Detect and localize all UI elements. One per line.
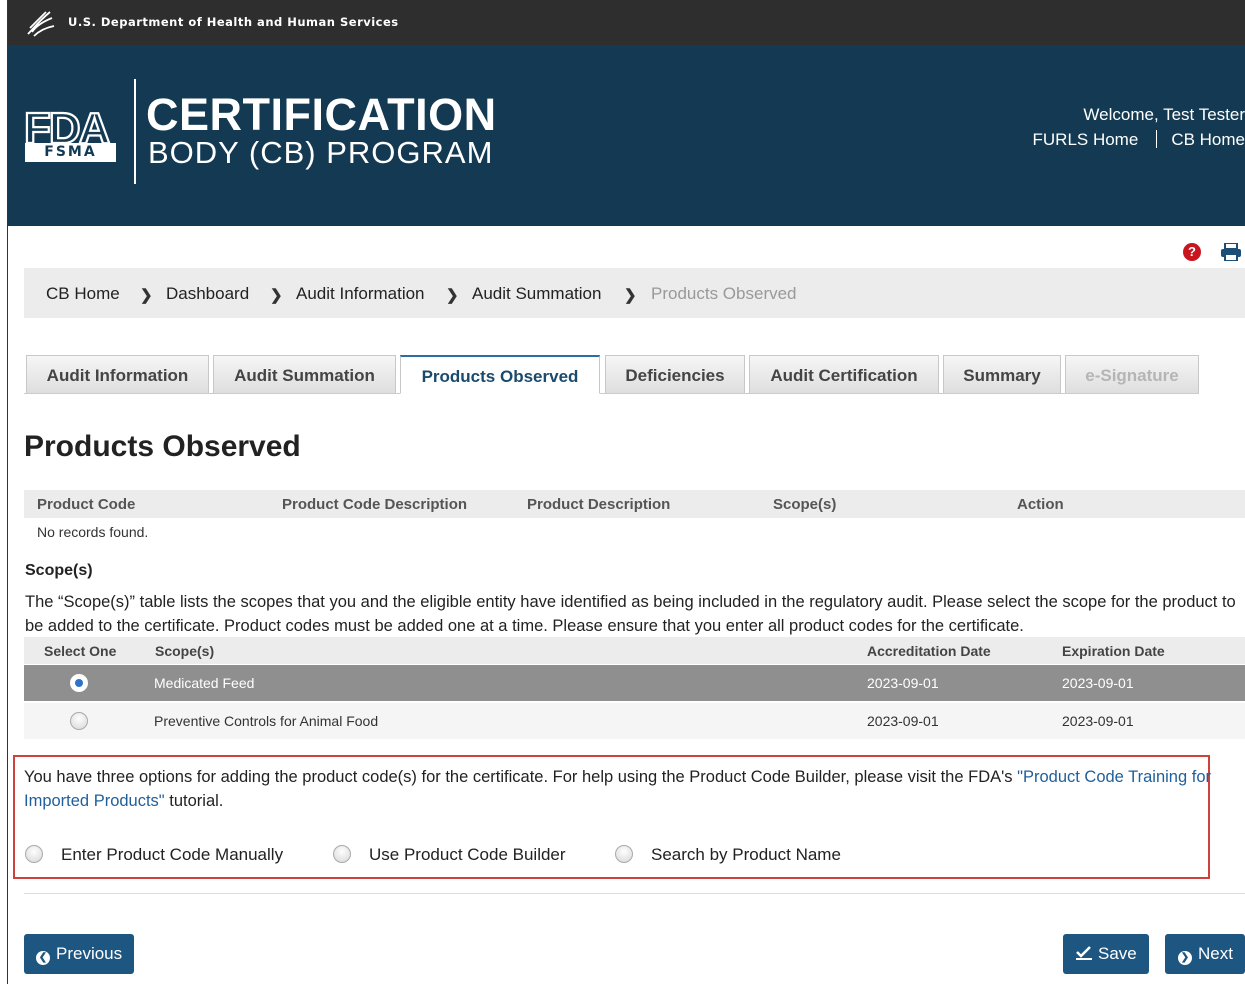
scope-name: Preventive Controls for Animal Food bbox=[154, 713, 379, 729]
tab-e-signature: e-Signature bbox=[1065, 355, 1199, 393]
product-code-builder-label[interactable]: Use Product Code Builder bbox=[369, 845, 566, 865]
column-action: Action bbox=[1017, 496, 1064, 513]
tab-deficiencies[interactable]: Deficiencies bbox=[605, 355, 745, 393]
scope-row[interactable]: Preventive Controls for Animal Food 2023… bbox=[24, 703, 1245, 739]
hhs-eagle-icon bbox=[27, 11, 55, 37]
chevron-right-icon: ❯ bbox=[446, 287, 459, 304]
column-select-one: Select One bbox=[44, 643, 117, 659]
tab-products-observed[interactable]: Products Observed bbox=[400, 355, 600, 394]
chevron-right-icon: ❯ bbox=[140, 287, 153, 304]
products-table-header: Product Code Product Code Description Pr… bbox=[24, 490, 1245, 518]
breadcrumb-dashboard[interactable]: Dashboard bbox=[166, 284, 249, 304]
chevron-right-circle-icon: ❯ bbox=[1178, 951, 1192, 965]
scope-radio-selected[interactable] bbox=[70, 674, 88, 692]
breadcrumb-cb-home[interactable]: CB Home bbox=[46, 284, 120, 304]
accreditation-date: 2023-09-01 bbox=[867, 675, 939, 691]
header-divider bbox=[134, 79, 136, 184]
options-text-end: tutorial. bbox=[164, 792, 224, 810]
product-code-builder-radio[interactable] bbox=[333, 845, 351, 863]
column-product-description[interactable]: Product Description bbox=[527, 496, 670, 513]
tab-audit-certification[interactable]: Audit Certification bbox=[749, 355, 939, 393]
furls-home-link[interactable]: FURLS Home bbox=[1033, 130, 1139, 149]
agency-bar: U.S. Department of Health and Human Serv… bbox=[8, 0, 1245, 45]
next-label: Next bbox=[1198, 944, 1233, 963]
cb-home-link[interactable]: CB Home bbox=[1171, 130, 1245, 149]
previous-label: Previous bbox=[56, 944, 123, 963]
breadcrumb: CB Home ❯ Dashboard ❯ Audit Information … bbox=[24, 268, 1245, 318]
column-accreditation-date: Accreditation Date bbox=[867, 643, 991, 659]
column-product-code[interactable]: Product Code bbox=[37, 496, 135, 513]
agency-name: U.S. Department of Health and Human Serv… bbox=[68, 15, 399, 29]
scope-name: Medicated Feed bbox=[154, 675, 255, 691]
fsma-logo: FSMA bbox=[25, 143, 116, 162]
column-scopes[interactable]: Scope(s) bbox=[773, 496, 836, 513]
save-button[interactable]: Save bbox=[1063, 934, 1149, 974]
scope-row[interactable]: Medicated Feed 2023-09-01 2023-09-01 bbox=[24, 665, 1245, 701]
tab-audit-information[interactable]: Audit Information bbox=[26, 355, 209, 393]
tab-summary[interactable]: Summary bbox=[943, 355, 1061, 393]
welcome-text: Welcome, Test Tester bbox=[1083, 105, 1245, 124]
chevron-right-icon: ❯ bbox=[624, 287, 637, 304]
breadcrumb-products-observed: Products Observed bbox=[651, 284, 797, 303]
checkmark-icon bbox=[1076, 946, 1092, 960]
next-button[interactable]: ❯ Next bbox=[1165, 934, 1245, 974]
help-icon[interactable]: ? bbox=[1183, 243, 1201, 261]
header-links: FURLS Home CB Home bbox=[1033, 130, 1245, 150]
empty-message: No records found. bbox=[37, 524, 149, 540]
expiration-date: 2023-09-01 bbox=[1062, 675, 1134, 691]
page-title: Products Observed bbox=[24, 430, 301, 463]
column-product-code-description[interactable]: Product Code Description bbox=[282, 496, 467, 513]
previous-button[interactable]: ❮ Previous bbox=[24, 934, 135, 974]
options-text: You have three options for adding the pr… bbox=[24, 768, 1018, 786]
save-label: Save bbox=[1098, 944, 1137, 963]
breadcrumb-audit-summation[interactable]: Audit Summation bbox=[472, 284, 601, 304]
link-separator bbox=[1156, 130, 1158, 148]
accreditation-date: 2023-09-01 bbox=[867, 713, 939, 729]
enter-manually-radio[interactable] bbox=[25, 845, 43, 863]
chevron-left-circle-icon: ❮ bbox=[36, 951, 50, 965]
program-subtitle: BODY (CB) PROGRAM bbox=[148, 135, 494, 170]
column-expiration-date: Expiration Date bbox=[1062, 643, 1165, 659]
tab-audit-summation[interactable]: Audit Summation bbox=[213, 355, 396, 393]
search-by-name-radio[interactable] bbox=[615, 845, 633, 863]
enter-manually-label[interactable]: Enter Product Code Manually bbox=[61, 845, 283, 865]
program-title: CERTIFICATION bbox=[146, 89, 497, 140]
column-scope: Scope(s) bbox=[155, 643, 215, 659]
scope-description: The “Scope(s)” table lists the scopes th… bbox=[25, 593, 1236, 635]
scope-table-header: Select One Scope(s) Accreditation Date E… bbox=[24, 637, 1245, 664]
chevron-right-icon: ❯ bbox=[270, 287, 283, 304]
breadcrumb-audit-information[interactable]: Audit Information bbox=[296, 284, 425, 304]
section-divider bbox=[24, 893, 1245, 894]
scope-heading: Scope(s) bbox=[25, 562, 93, 579]
print-icon[interactable] bbox=[1220, 243, 1242, 261]
site-header: FDA FSMA CERTIFICATION BODY (CB) PROGRAM… bbox=[8, 45, 1245, 226]
options-instructions: You have three options for adding the pr… bbox=[24, 765, 1229, 813]
search-by-name-label[interactable]: Search by Product Name bbox=[651, 845, 841, 865]
scope-radio[interactable] bbox=[70, 712, 88, 730]
expiration-date: 2023-09-01 bbox=[1062, 713, 1134, 729]
